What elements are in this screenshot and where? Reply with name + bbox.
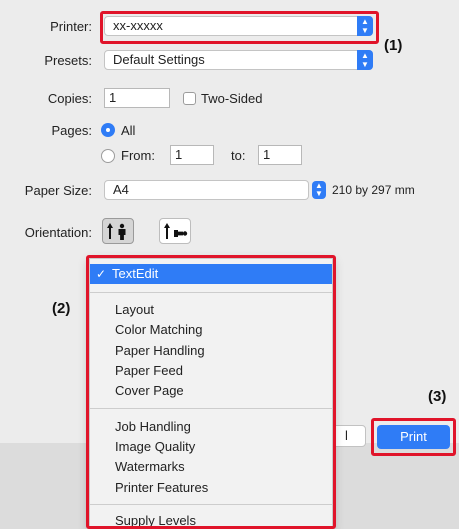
landscape-icon: [164, 223, 188, 239]
orientation-landscape-button[interactable]: [159, 218, 191, 244]
orientation-portrait-button[interactable]: [102, 218, 134, 244]
cancel-button-label: l: [345, 428, 348, 443]
highlight-printer: [100, 11, 379, 44]
two-sided-checkbox[interactable]: [183, 92, 196, 105]
printer-label: Printer:: [50, 19, 92, 34]
pages-to-field[interactable]: 1: [258, 145, 302, 165]
highlight-print-button: [371, 418, 456, 456]
callout-1: (1): [384, 37, 403, 54]
presets-value: Default Settings: [113, 52, 205, 67]
pages-from-field[interactable]: 1: [170, 145, 214, 165]
presets-label: Presets:: [44, 53, 92, 68]
pages-from-radio[interactable]: [101, 149, 115, 163]
paper-size-arrows-icon[interactable]: ▲ ▼: [312, 181, 326, 199]
paper-size-value: A4: [113, 182, 129, 197]
orientation-label: Orientation:: [24, 225, 92, 240]
copies-field[interactable]: 1: [104, 88, 170, 108]
callout-2: (2): [52, 300, 71, 317]
pages-from-label: From:: [121, 148, 155, 163]
two-sided-label: Two-Sided: [201, 91, 263, 106]
paper-size-popup[interactable]: A4: [104, 180, 309, 200]
copies-label: Copies:: [47, 91, 92, 106]
pages-all-label: All: [121, 123, 136, 138]
presets-popup[interactable]: Default Settings ▲ ▼: [104, 50, 373, 70]
paper-size-dimensions: 210 by 297 mm: [332, 183, 415, 197]
portrait-icon: [107, 223, 126, 240]
pages-to-label: to:: [231, 148, 246, 163]
highlight-menu: [86, 255, 336, 529]
popup-arrows-icon: ▲ ▼: [357, 50, 373, 70]
pages-all-radio[interactable]: [101, 123, 115, 137]
callout-3: (3): [428, 388, 447, 405]
paper-size-label: Paper Size:: [24, 183, 92, 198]
pages-label: Pages:: [51, 123, 92, 138]
